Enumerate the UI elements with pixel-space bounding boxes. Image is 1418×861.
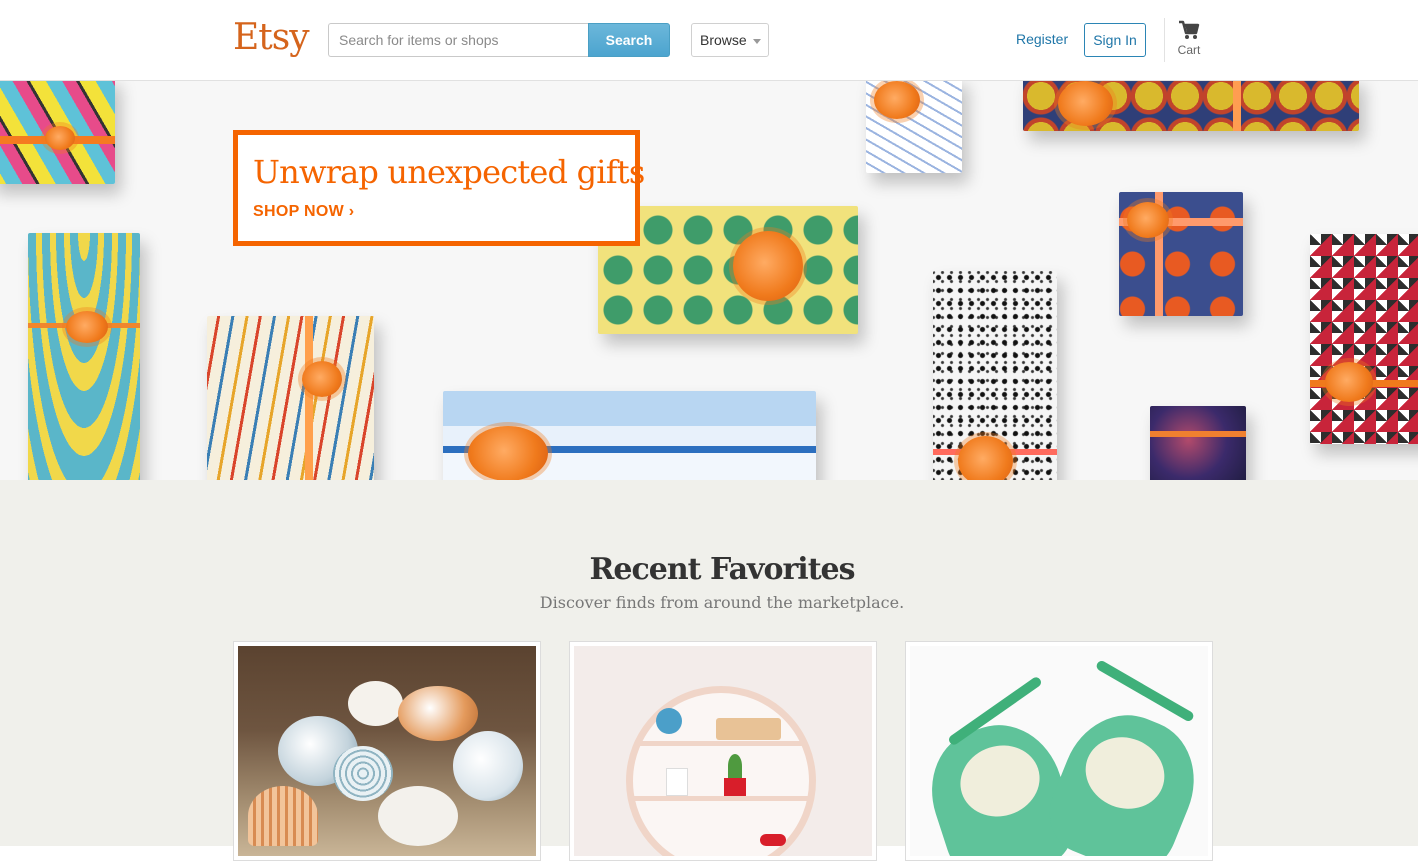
gift-image (1023, 81, 1359, 131)
header-divider (1164, 18, 1165, 62)
cart-label: Cart (1177, 43, 1201, 57)
hero-banner[interactable]: Unwrap unexpected gifts SHOP NOW › (0, 81, 1418, 480)
favorite-card[interactable] (905, 641, 1213, 861)
promo-box: Unwrap unexpected gifts SHOP NOW › (233, 130, 645, 246)
shop-now-link[interactable]: SHOP NOW › (253, 203, 354, 221)
browse-dropdown[interactable]: Browse (691, 23, 769, 57)
gift-image (28, 233, 140, 480)
round-shelf-image (574, 646, 872, 856)
favorite-card[interactable] (569, 641, 877, 861)
register-link[interactable]: Register (1016, 31, 1068, 47)
section-title: Recent Favorites (589, 552, 855, 587)
gift-image (443, 391, 816, 480)
gift-image (0, 81, 115, 184)
section-subtitle: Discover finds from around the marketpla… (539, 593, 905, 612)
gift-image (1150, 406, 1246, 480)
favorite-card[interactable] (233, 641, 541, 861)
promo-headline: Unwrap unexpected gifts (253, 153, 645, 191)
gift-image (1310, 234, 1418, 444)
browse-label: Browse (700, 32, 747, 48)
sign-in-button[interactable]: Sign In (1084, 23, 1146, 57)
search-button[interactable]: Search (588, 23, 670, 57)
site-header: Etsy Search Browse Register Sign In Cart (0, 0, 1418, 81)
recent-favorites-section: Recent Favorites Discover finds from aro… (0, 480, 1418, 861)
gift-image (207, 316, 374, 480)
gift-image (1119, 192, 1243, 316)
green-shoes-image (910, 646, 1208, 856)
seashells-image (238, 646, 536, 856)
cart-icon (1179, 20, 1200, 39)
gift-image (933, 271, 1057, 480)
chevron-down-icon (753, 39, 761, 44)
search-input[interactable] (328, 23, 589, 57)
etsy-logo[interactable]: Etsy (233, 17, 310, 58)
cart-button[interactable]: Cart (1170, 20, 1208, 64)
gift-image (866, 81, 962, 173)
